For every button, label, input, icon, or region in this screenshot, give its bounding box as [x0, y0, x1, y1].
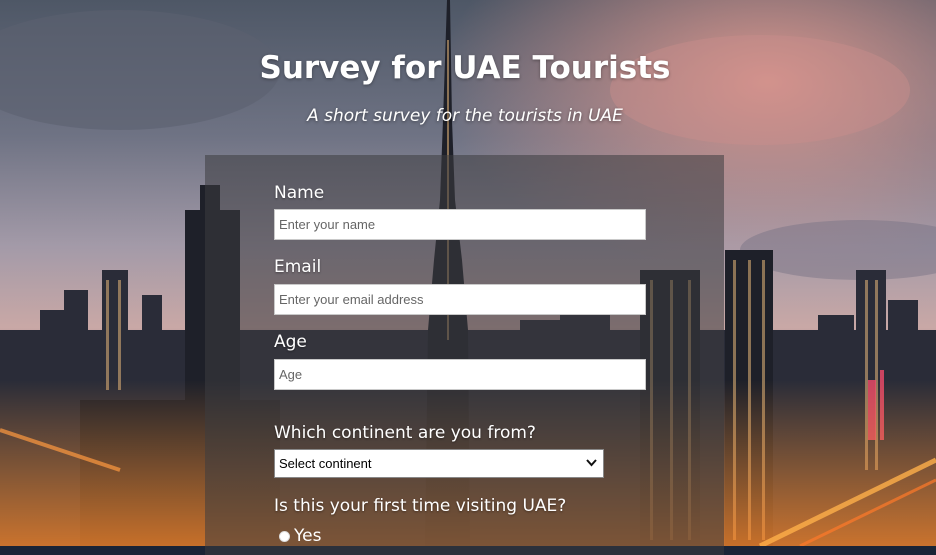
continent-select[interactable]: Select continent — [274, 449, 604, 478]
continent-label: Which continent are you from? — [274, 423, 536, 443]
first-visit-option-yes[interactable]: Yes — [279, 526, 321, 546]
continent-select-value: Select continent — [279, 456, 372, 471]
age-input[interactable] — [274, 359, 646, 390]
page-description: A short survey for the tourists in UAE — [307, 106, 623, 126]
age-label: Age — [274, 332, 307, 352]
first-visit-label: Is this your first time visiting UAE? — [274, 496, 567, 516]
name-input[interactable] — [274, 209, 646, 240]
name-label: Name — [274, 183, 325, 203]
radio-button[interactable] — [279, 530, 290, 542]
radio-label-yes: Yes — [294, 526, 322, 546]
email-label: Email — [274, 257, 322, 277]
email-input[interactable] — [274, 284, 646, 315]
survey-form: Name Email Age Which continent are you f… — [205, 155, 724, 555]
chevron-down-icon — [586, 458, 597, 470]
page-title: Survey for UAE Tourists — [259, 50, 671, 86]
